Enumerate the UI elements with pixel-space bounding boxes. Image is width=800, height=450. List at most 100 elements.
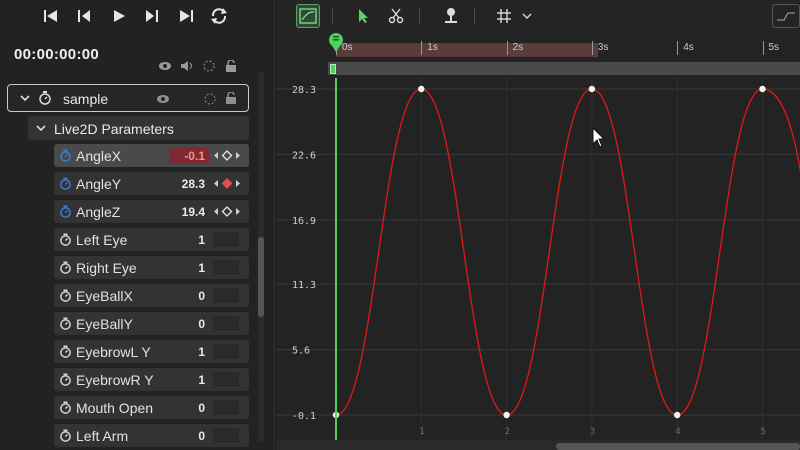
ruler-label: 1s bbox=[427, 42, 438, 53]
ruler-tick bbox=[421, 41, 423, 55]
parameter-row[interactable]: AngleX -0.1 bbox=[54, 144, 249, 167]
curve-graph-svg[interactable]: 28.3 22.6 16.9 11.3 5.6 -0.1 1 2 3 4 5 bbox=[276, 78, 800, 440]
parameter-row[interactable]: Left Eye 1 bbox=[54, 228, 249, 251]
snap-magnet-icon[interactable] bbox=[439, 4, 463, 28]
keyframe-point[interactable] bbox=[759, 85, 766, 93]
curve-graph[interactable]: 28.3 22.6 16.9 11.3 5.6 -0.1 1 2 3 4 5 bbox=[276, 78, 800, 440]
chevron-down-icon[interactable] bbox=[520, 4, 534, 28]
scissors-icon[interactable] bbox=[384, 4, 408, 28]
parameter-value[interactable]: 0 bbox=[169, 399, 209, 416]
grid-hash-icon[interactable] bbox=[492, 4, 516, 28]
dashed-circle-icon[interactable] bbox=[202, 59, 216, 73]
keyframe-nav-icon[interactable] bbox=[213, 177, 241, 190]
play-icon[interactable] bbox=[108, 6, 130, 26]
keyframe-point[interactable] bbox=[418, 85, 425, 93]
value-slider[interactable] bbox=[213, 316, 239, 331]
parameter-name: AngleZ bbox=[76, 204, 121, 220]
keyframe-point[interactable] bbox=[503, 411, 510, 419]
stopwatch-icon[interactable] bbox=[59, 261, 72, 274]
keyframe-track-marker[interactable] bbox=[330, 64, 336, 74]
stopwatch-icon bbox=[38, 91, 52, 105]
ruler-tick bbox=[506, 41, 508, 55]
horizontal-scrollbar-thumb[interactable] bbox=[556, 443, 800, 450]
curve-editor-toggle-icon[interactable] bbox=[296, 4, 320, 28]
eye-icon[interactable] bbox=[158, 59, 172, 73]
parameter-row[interactable]: EyeBallX 0 bbox=[54, 284, 249, 307]
unlock-icon[interactable] bbox=[224, 59, 238, 73]
keyframe-nav-icon[interactable] bbox=[213, 149, 241, 162]
time-ruler[interactable]: 0s 1s 2s 3s 4s 5s bbox=[276, 33, 800, 58]
unlock-icon[interactable] bbox=[224, 91, 238, 105]
parameter-row[interactable]: Right Eye 1 bbox=[54, 256, 249, 279]
skip-to-end-icon[interactable] bbox=[175, 6, 197, 26]
parameter-row[interactable]: Left Arm 0 bbox=[54, 424, 249, 447]
playhead-handle[interactable] bbox=[328, 32, 344, 54]
stopwatch-icon[interactable] bbox=[59, 205, 72, 218]
select-cursor-icon[interactable] bbox=[352, 4, 376, 28]
timeline-range[interactable] bbox=[336, 43, 598, 57]
y-tick-label: 5.6 bbox=[292, 346, 310, 357]
keyframe-track-strip[interactable] bbox=[328, 62, 800, 75]
value-slider[interactable] bbox=[213, 400, 239, 415]
scrollbar-thumb[interactable] bbox=[258, 237, 264, 317]
parameter-name: Left Eye bbox=[76, 232, 128, 248]
parameter-value[interactable]: 28.3 bbox=[169, 175, 209, 192]
value-slider[interactable] bbox=[213, 288, 239, 303]
parameter-row[interactable]: EyeBallY 0 bbox=[54, 312, 249, 335]
stopwatch-icon[interactable] bbox=[59, 289, 72, 302]
stopwatch-icon[interactable] bbox=[59, 149, 72, 162]
stopwatch-icon[interactable] bbox=[59, 373, 72, 386]
parameter-value[interactable]: 0 bbox=[169, 315, 209, 332]
y-tick-label: -0.1 bbox=[292, 411, 316, 422]
parameter-row[interactable]: AngleY 28.3 bbox=[54, 172, 249, 195]
value-slider[interactable] bbox=[213, 344, 239, 359]
eye-icon[interactable] bbox=[156, 92, 170, 106]
parameter-value[interactable]: 1 bbox=[169, 371, 209, 388]
value-slider[interactable] bbox=[213, 372, 239, 387]
value-slider[interactable] bbox=[213, 428, 239, 443]
parameter-row[interactable]: AngleZ 19.4 bbox=[54, 200, 249, 223]
parameter-row[interactable]: EyebrowR Y 1 bbox=[54, 368, 249, 391]
chevron-down-icon[interactable] bbox=[34, 121, 48, 135]
loop-icon[interactable] bbox=[208, 6, 230, 26]
stopwatch-icon[interactable] bbox=[59, 429, 72, 442]
x-tick-label: 3 bbox=[590, 427, 595, 437]
keyframe-nav-icon[interactable] bbox=[213, 205, 241, 218]
parameter-value[interactable]: 1 bbox=[169, 231, 209, 248]
parameter-value[interactable]: 0 bbox=[169, 287, 209, 304]
curve-preset-icon[interactable] bbox=[772, 4, 800, 28]
parameter-row[interactable]: Mouth Open 0 bbox=[54, 396, 249, 419]
value-slider[interactable] bbox=[213, 232, 239, 247]
keyframe-point[interactable] bbox=[674, 411, 681, 419]
layers-scrollbar[interactable] bbox=[258, 72, 264, 442]
x-tick-label: 4 bbox=[675, 427, 680, 437]
parameter-row[interactable]: EyebrowL Y 1 bbox=[54, 340, 249, 363]
stopwatch-icon[interactable] bbox=[59, 401, 72, 414]
parameter-value[interactable]: 1 bbox=[169, 259, 209, 276]
transport-controls bbox=[0, 0, 275, 32]
previous-frame-icon[interactable] bbox=[73, 6, 95, 26]
skip-to-start-icon[interactable] bbox=[40, 6, 62, 26]
ruler-label: 3s bbox=[597, 42, 609, 53]
horizontal-scrollbar[interactable] bbox=[276, 440, 800, 450]
dashed-circle-icon[interactable] bbox=[203, 92, 217, 106]
stopwatch-icon[interactable] bbox=[59, 345, 72, 358]
parameter-name: EyeBallY bbox=[76, 316, 133, 332]
parameter-value[interactable]: 0 bbox=[169, 427, 209, 444]
object-row-sample[interactable]: sample bbox=[7, 84, 249, 112]
speaker-icon[interactable] bbox=[180, 59, 194, 73]
keyframe-point[interactable] bbox=[588, 85, 596, 93]
value-slider[interactable] bbox=[213, 260, 239, 275]
parameter-value[interactable]: 1 bbox=[169, 343, 209, 360]
stopwatch-icon[interactable] bbox=[59, 233, 72, 246]
stopwatch-icon[interactable] bbox=[59, 177, 72, 190]
mouse-cursor-icon bbox=[592, 126, 606, 148]
stopwatch-icon[interactable] bbox=[59, 317, 72, 330]
next-frame-icon[interactable] bbox=[141, 6, 163, 26]
parameter-value[interactable]: 19.4 bbox=[169, 203, 209, 220]
parameter-value[interactable]: -0.1 bbox=[169, 147, 209, 164]
group-row-live2d-parameters[interactable]: Live2D Parameters bbox=[28, 116, 249, 140]
toolbar-divider bbox=[474, 7, 475, 25]
chevron-down-icon[interactable] bbox=[18, 91, 32, 105]
parameter-name: Left Arm bbox=[76, 428, 129, 444]
